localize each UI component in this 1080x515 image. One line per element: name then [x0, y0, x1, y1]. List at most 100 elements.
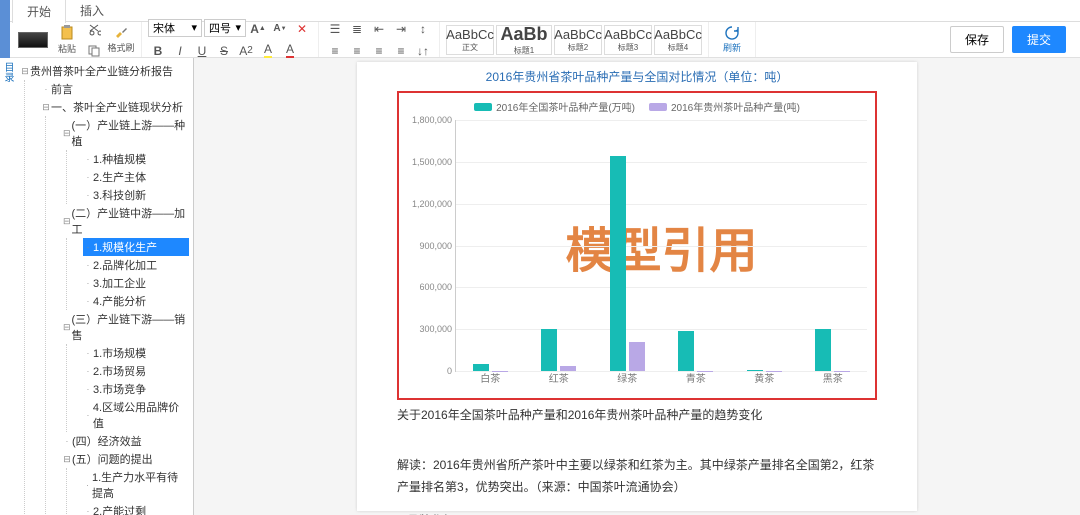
y-axis-tick-label: 900,000	[406, 241, 452, 251]
style-preview: AaBb	[500, 24, 547, 45]
bars-layer	[456, 120, 867, 371]
outline-node-label: 贵州普茶叶全产业链分析报告	[30, 63, 173, 79]
preview-swatch	[18, 32, 48, 48]
outline-node[interactable]: ·4.区域公用品牌价值	[83, 398, 189, 432]
outline-node-label: 3.科技创新	[93, 187, 146, 203]
legend-swatch	[649, 103, 667, 111]
line-spacing-button[interactable]: ↕	[413, 19, 433, 39]
outline-node-label: 2.品牌化加工	[93, 257, 157, 273]
font-family-select[interactable]: 宋体▾	[148, 19, 202, 37]
outline-node[interactable]: ·2.品牌化加工	[83, 256, 189, 274]
x-axis-tick-label: 白茶	[480, 370, 500, 385]
font-size-select[interactable]: 四号 ▾	[204, 19, 246, 37]
bullet-icon: ·	[83, 385, 93, 394]
style-h1[interactable]: AaBb标题1	[496, 25, 552, 55]
bullet-icon: ·	[83, 367, 93, 376]
style-gallery: AaBbCc正文 AaBb标题1 AaBbCc标题2 AaBbCc标题3 AaB…	[440, 22, 709, 57]
style-label: 标题2	[568, 42, 588, 53]
refresh-label: 刷新	[723, 41, 741, 54]
cut-button[interactable]	[84, 19, 104, 39]
chart-plot-area: 模型引用 0300,000600,000900,0001,200,0001,50…	[455, 120, 867, 372]
legend-item-national: 2016年全国茶叶品种产量(万吨)	[474, 99, 635, 114]
collapse-icon: ⊟	[41, 102, 51, 113]
bullet-icon: ·	[62, 437, 72, 446]
legend-label: 2016年贵州茶叶品种产量(吨)	[671, 99, 800, 114]
outline-node-label: (二）产业链中游——加工	[71, 205, 189, 237]
outline-node[interactable]: ·1.市场规模	[83, 344, 189, 362]
shrink-font-button[interactable]: A▼	[270, 19, 290, 39]
outline-node-label: 1.生产力水平有待提高	[92, 469, 189, 501]
indent-button[interactable]: ⇥	[391, 19, 411, 39]
tab-start[interactable]: 开始	[12, 0, 66, 23]
submit-button[interactable]: 提交	[1012, 26, 1066, 53]
outline-node-label: (五）问题的提出	[72, 451, 153, 467]
outline-node[interactable]: ·2.市场贸易	[83, 362, 189, 380]
scissors-icon	[87, 22, 101, 36]
refresh-button[interactable]: 刷新	[715, 25, 749, 54]
outline-node[interactable]: ⊟(五）问题的提出	[62, 450, 189, 468]
style-h3[interactable]: AaBbCc标题3	[604, 25, 652, 55]
bullet-icon: ·	[41, 85, 51, 94]
outline-node[interactable]: ·3.加工企业	[83, 274, 189, 292]
outline-node-label: 1.种植规模	[93, 151, 146, 167]
save-button[interactable]: 保存	[950, 26, 1004, 53]
outline-node[interactable]: ·1.种植规模	[83, 150, 189, 168]
y-axis-tick-label: 600,000	[406, 282, 452, 292]
outline-node-label: (一）产业链上游——种植	[71, 117, 189, 149]
chart-title: 2016年贵州省茶叶品种产量与全国对比情况（单位：吨）	[397, 68, 877, 85]
outline-node[interactable]: ·2.产能过剩	[83, 502, 189, 515]
outline-node[interactable]: ·4.产能分析	[83, 292, 189, 310]
y-axis-tick-label: 300,000	[406, 324, 452, 334]
outdent-button[interactable]: ⇤	[369, 19, 389, 39]
outline-panel[interactable]: 目录 ⊟贵州普茶叶全产业链分析报告·前言⊟一、茶叶全产业链现状分析⊟(一）产业链…	[0, 58, 194, 515]
paste-button[interactable]: 粘贴	[53, 25, 81, 55]
bullet-icon: ·	[83, 349, 93, 358]
style-preview: AaBbCc	[654, 27, 702, 42]
legend-label: 2016年全国茶叶品种产量(万吨)	[496, 99, 635, 114]
paragraph-group: ☰ ≣ ⇤ ⇥ ↕ ≡ ≡ ≡ ≡ ↓↑	[319, 22, 440, 57]
bar	[473, 364, 489, 371]
bar	[815, 329, 831, 371]
chart-legend: 2016年全国茶叶品种产量(万吨) 2016年贵州茶叶品种产量(吨)	[407, 99, 867, 114]
style-body[interactable]: AaBbCc正文	[446, 25, 494, 55]
legend-item-guizhou: 2016年贵州茶叶品种产量(吨)	[649, 99, 800, 114]
bullet-icon: ·	[83, 243, 93, 252]
outline-node[interactable]: ⊟(二）产业链中游——加工	[62, 204, 189, 238]
outline-node[interactable]: ·前言	[41, 80, 189, 98]
grow-font-button[interactable]: A▲	[248, 19, 268, 39]
bar-group	[799, 120, 868, 371]
outline-node[interactable]: ·(四）经济效益	[62, 432, 189, 450]
outline-label: 目录	[0, 58, 15, 82]
outline-node[interactable]: ⊟(三）产业链下游——销售	[62, 310, 189, 344]
outline-node[interactable]: ·3.科技创新	[83, 186, 189, 204]
paste-label: 粘贴	[58, 42, 76, 55]
right-actions: 保存 提交	[950, 22, 1080, 57]
outline-node[interactable]: ⊟贵州普茶叶全产业链分析报告	[20, 62, 189, 80]
clipboard-icon	[59, 25, 75, 41]
outline-node-label: 2.生产主体	[93, 169, 146, 185]
numbering-button[interactable]: ≣	[347, 19, 367, 39]
clear-format-button[interactable]: ✕	[292, 19, 312, 39]
outline-node[interactable]: ⊟一、茶叶全产业链现状分析	[41, 98, 189, 116]
outline-node[interactable]: ⊟(一）产业链上游——种植	[62, 116, 189, 150]
collapse-icon: ⊟	[62, 216, 71, 227]
bar-group	[456, 120, 525, 371]
bullet-icon: ·	[83, 155, 93, 164]
outline-node-label: 3.加工企业	[93, 275, 146, 291]
outline-node-label: 4.区域公用品牌价值	[93, 399, 189, 431]
y-axis-tick-label: 1,800,000	[406, 115, 452, 125]
bar-group	[730, 120, 799, 371]
bullets-button[interactable]: ☰	[325, 19, 345, 39]
outline-node[interactable]: ·1.规模化生产	[83, 238, 189, 256]
outline-node[interactable]: ·3.市场竞争	[83, 380, 189, 398]
style-h2[interactable]: AaBbCc标题2	[554, 25, 602, 55]
style-label: 正文	[462, 42, 478, 53]
document-stage[interactable]: 2016年贵州省茶叶品种产量与全国对比情况（单位：吨） 2016年全国茶叶品种产…	[194, 58, 1080, 515]
outline-node[interactable]: ·2.生产主体	[83, 168, 189, 186]
outline-node[interactable]: ·1.生产力水平有待提高	[83, 468, 189, 502]
chevron-down-icon: ▾	[235, 21, 241, 34]
outline-node-label: 一、茶叶全产业链现状分析	[51, 99, 183, 115]
format-painter-button[interactable]: 格式刷	[107, 25, 135, 55]
font-size-value: 四号	[209, 20, 231, 36]
style-h4[interactable]: AaBbCc标题4	[654, 25, 702, 55]
